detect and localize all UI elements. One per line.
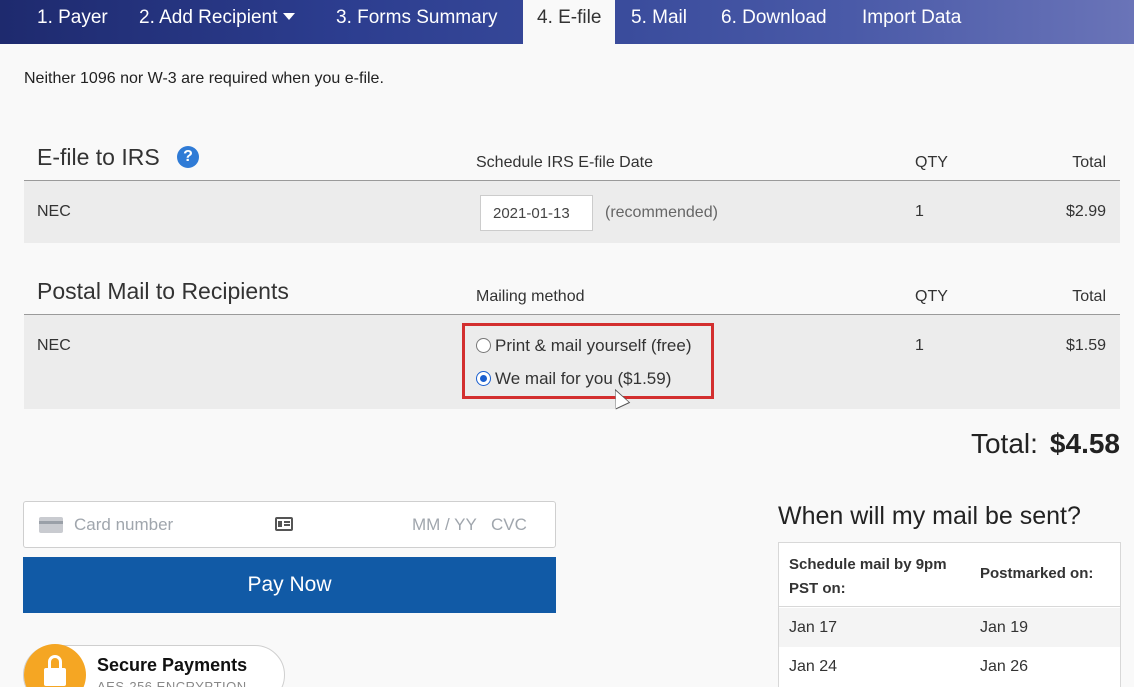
tab-label: 2. Add Recipient xyxy=(139,7,278,28)
mail-section-title: Postal Mail to Recipients xyxy=(37,278,289,304)
tab-label: 4. E-file xyxy=(537,7,602,28)
grand-total: Total: $4.58 xyxy=(971,428,1120,460)
table-row: Jan 24 Jan 26 xyxy=(779,647,1120,686)
efile-qty: 1 xyxy=(915,203,924,220)
secure-payments-subtitle: AES-256 ENCRYPTION xyxy=(97,679,247,687)
caret-down-icon xyxy=(283,12,296,20)
col-qty: QTY xyxy=(915,154,948,171)
efile-note: Neither 1096 nor W-3 are required when y… xyxy=(24,70,384,87)
radio-print-mail-yourself[interactable] xyxy=(476,338,491,353)
recommended-note: (recommended) xyxy=(605,204,718,221)
card-input[interactable]: Card number MM / YY CVC xyxy=(23,501,556,548)
pay-now-button[interactable]: Pay Now xyxy=(23,557,556,613)
postmark-date: Jan 19 xyxy=(980,619,1029,636)
schedule-table-header: Schedule mail by 9pm PST on: Postmarked … xyxy=(779,543,1120,607)
tab-label: Import Data xyxy=(862,7,962,28)
schedule-date: Jan 17 xyxy=(789,619,838,636)
credit-card-icon xyxy=(39,517,63,533)
postmark-date: Jan 26 xyxy=(980,658,1029,675)
tab-download[interactable]: 6. Download xyxy=(721,0,827,44)
wizard-tab-bar: 1. Payer 2. Add Recipient 3. Forms Summa… xyxy=(0,0,1134,44)
tab-efile[interactable]: 4. E-file xyxy=(523,0,615,44)
tab-forms-summary[interactable]: 3. Forms Summary xyxy=(336,0,498,44)
expiry-placeholder[interactable]: MM / YY xyxy=(412,515,477,535)
efile-total: $2.99 xyxy=(1065,203,1106,220)
grand-total-label: Total: xyxy=(970,428,1038,459)
schedule-header-postmark: Postmarked on: xyxy=(980,565,1094,582)
secure-payments-badge: Secure Payments AES-256 ENCRYPTION xyxy=(23,644,285,687)
lock-icon xyxy=(24,644,86,687)
tab-import-data[interactable]: Import Data xyxy=(862,0,961,44)
card-autofill-icon[interactable] xyxy=(275,517,293,531)
mail-total: $1.59 xyxy=(1065,337,1106,354)
radio-label[interactable]: Print & mail yourself (free) xyxy=(495,336,692,356)
tab-label: 6. Download xyxy=(721,7,827,28)
radio-we-mail-for-you[interactable] xyxy=(476,371,491,386)
col-schedule-date: Schedule IRS E-file Date xyxy=(476,154,653,171)
help-icon[interactable]: ? xyxy=(177,146,199,168)
efile-date-input[interactable] xyxy=(480,195,593,231)
efile-form-name: NEC xyxy=(37,203,71,220)
schedule-table: Schedule mail by 9pm PST on: Postmarked … xyxy=(778,542,1121,687)
schedule-date: Jan 24 xyxy=(789,658,838,675)
mail-qty: 1 xyxy=(915,337,924,354)
card-number-placeholder[interactable]: Card number xyxy=(74,515,173,535)
schedule-header-schedule: Schedule mail by 9pm PST on: xyxy=(789,556,947,597)
radio-label[interactable]: We mail for you ($1.59) xyxy=(495,369,671,389)
tab-mail[interactable]: 5. Mail xyxy=(631,0,687,44)
tab-label: 1. Payer xyxy=(37,7,108,28)
tab-payer[interactable]: 1. Payer xyxy=(37,0,108,44)
col-mailing-method: Mailing method xyxy=(476,288,585,305)
tab-add-recipient[interactable]: 2. Add Recipient xyxy=(139,0,296,44)
tab-label: 3. Forms Summary xyxy=(336,7,498,28)
secure-payments-title: Secure Payments xyxy=(97,655,248,675)
tab-label: 5. Mail xyxy=(631,7,687,28)
col-total: Total xyxy=(1072,288,1106,305)
efile-section-title: E-file to IRS xyxy=(37,144,160,170)
cvc-placeholder[interactable]: CVC xyxy=(491,515,527,535)
grand-total-value: $4.58 xyxy=(1049,428,1120,459)
mail-form-name: NEC xyxy=(37,337,71,354)
table-row: Jan 17 Jan 19 xyxy=(779,608,1120,647)
col-qty: QTY xyxy=(915,288,948,305)
schedule-title: When will my mail be sent? xyxy=(778,502,1081,530)
col-total: Total xyxy=(1072,154,1106,171)
